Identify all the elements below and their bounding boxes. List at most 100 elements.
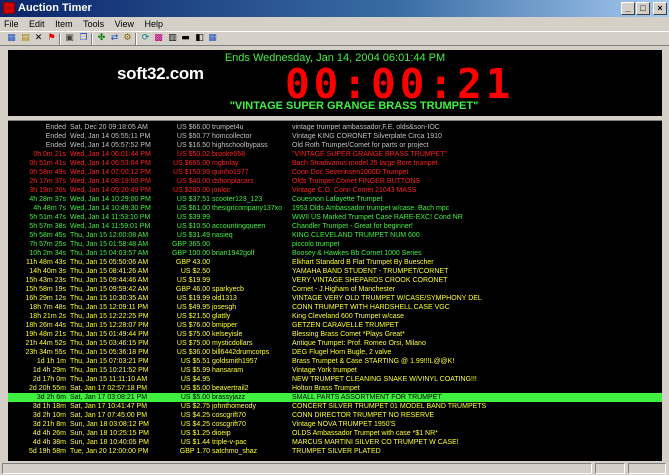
auction-row[interactable]: 10h 2m 34s Thu, Jan 15 04:03:57 AM GBP 100… xyxy=(8,249,662,258)
auction-row[interactable]: Ended Wed, Jan 14 05:57:52 PM US $16.50 hig… xyxy=(8,141,662,150)
auction-row[interactable]: 3d 2h 10m Sat, Jan 17 07:45:00 PM US $4.25… xyxy=(8,411,662,420)
auction-row[interactable]: 3h 19m 26s Wed, Jan 14 09:20:49 PM US $280… xyxy=(8,186,662,195)
price-cell: US $39.99 xyxy=(176,214,210,221)
end-date-cell: Thu, Jan 15 05:36:18 PM xyxy=(70,349,149,356)
open-icon[interactable]: ▤ xyxy=(20,33,31,44)
auction-row[interactable]: 4d 4h 26m Sun, Jan 18 10:25:15 PM US $1.25… xyxy=(8,429,662,438)
menu-bar: File Edit Item Tools View Help xyxy=(0,17,669,31)
time-left-cell: 4h 48m 7s xyxy=(33,205,66,212)
item-title-cell: VINTAGE VERY OLD TRUMPET W/CASE/SYMPHONY… xyxy=(292,295,482,302)
new-icon[interactable]: ▦ xyxy=(6,33,17,44)
item-title-cell: Antique Trumpet: Prof. Romeo Orsi, Milan… xyxy=(292,340,426,347)
flag-icon[interactable]: ⚑ xyxy=(46,33,57,44)
time-left-cell: Ended xyxy=(45,133,66,140)
auction-row[interactable]: 21h 44m 52s Thu, Jan 15 03:46:15 PM US $75… xyxy=(8,339,662,348)
item-title-cell: piccolo trumpet xyxy=(292,241,340,248)
auction-row[interactable]: 18h 26m 44s Thu, Jan 15 12:28:07 PM US $76… xyxy=(8,321,662,330)
item-title-cell: GETZEN CARAVELLE TRUMPET xyxy=(292,322,399,329)
auction-row[interactable]: 2h 17m 37s Wed, Jan 14 08:19:00 PM US $40.… xyxy=(8,177,662,186)
print-icon[interactable]: ▣ xyxy=(64,33,75,44)
auction-row[interactable]: Ended Wed, Jan 14 05:55:11 PM US $50.77 hom… xyxy=(8,132,662,141)
transfer-icon[interactable]: ⇄ xyxy=(109,33,120,44)
auction-row[interactable]: Ended Sat, Dec 20 09:18:05 AM US $66.00 tru… xyxy=(8,123,662,132)
auction-row[interactable]: 4h 48m 7s Wed, Jan 14 10:49:30 PM US $61.0… xyxy=(8,204,662,213)
time-left-cell: 5h 57m 38s xyxy=(29,223,66,230)
auction-row[interactable]: 2d 17h 0m Thu, Jan 15 11:11:10 AM US $4.95… xyxy=(8,375,662,384)
menu-file[interactable]: File xyxy=(0,17,23,31)
auction-row[interactable]: 15h 58m 19s Thu, Jan 15 09:59:42 AM GBP 46… xyxy=(8,285,662,294)
item-title-cell: Olds Trumpet Comet FINGER BUTTONS xyxy=(292,178,421,185)
item-title-cell: CONCERT SILVER TRUMPET 01 MODEL BAND TRU… xyxy=(292,403,487,410)
info-icon[interactable]: ◧ xyxy=(194,33,205,44)
menu-edit[interactable]: Edit xyxy=(25,17,49,31)
auction-row[interactable]: 0h 51m 41s Wed, Jan 14 06:53:04 PM US $665… xyxy=(8,159,662,168)
auction-row[interactable]: 1d 1h 1m Thu, Jan 15 07:03:21 PM US $5.51 g… xyxy=(8,357,662,366)
auction-row[interactable]: 5h 57m 38s Wed, Jan 14 11:59:01 PM US $10.… xyxy=(8,222,662,231)
time-left-cell: 21h 44m 52s xyxy=(25,340,66,347)
auction-row[interactable]: 16h 29m 12s Thu, Jan 15 10:30:35 AM US $19… xyxy=(8,294,662,303)
end-date-cell: Wed, Jan 14 08:19:00 PM xyxy=(70,178,151,185)
grid-icon[interactable]: ▩ xyxy=(153,33,164,44)
item-title-cell: "VINTAGE SUPER GRANGE BRASS TRUMPET" xyxy=(292,151,447,158)
auction-row[interactable]: 5d 19h 58m Tue, Jan 20 12:00:00 PM GBP 1.7… xyxy=(8,447,662,456)
item-title-cell: OLDS Ambassador Trumpet with case *$1 NR… xyxy=(292,430,438,437)
auction-list[interactable]: Ended Sat, Dec 20 09:18:05 AM US $66.00 tru… xyxy=(8,120,662,461)
auction-row[interactable]: 5h 51m 47s Wed, Jan 14 11:53:10 PM US $39.… xyxy=(8,213,662,222)
auction-row[interactable]: 4d 4h 38m Sun, Jan 18 10:40:05 PM US $1.44… xyxy=(8,438,662,447)
toolbar-separator xyxy=(59,33,61,45)
auction-row[interactable]: 3d 2h 6m Sat, Jan 17 03:08:21 PM US $5.00 b… xyxy=(8,393,662,402)
sync-icon[interactable]: ⟳ xyxy=(140,33,151,44)
bidder-cell: brassyjazz xyxy=(212,394,246,401)
price-cell: US $50.02 xyxy=(176,151,210,158)
bidder-cell: accountingqueen xyxy=(212,223,266,230)
bidder-cell: kelseyisle xyxy=(212,331,243,338)
auction-row[interactable]: 14h 40m 3s Thu, Jan 15 08:41:26 AM US $2.5… xyxy=(8,267,662,276)
auction-row[interactable]: 15h 43m 23s Thu, Jan 15 09:44:46 AM US $19… xyxy=(8,276,662,285)
maximize-icon[interactable]: □ xyxy=(636,2,650,15)
auction-row[interactable]: 3d 1h 18m Sat, Jan 17 10:41:47 PM US $2.75… xyxy=(8,402,662,411)
bidder-cell: brooke658 xyxy=(212,151,246,158)
calendar-icon[interactable]: ▦ xyxy=(207,33,218,44)
end-date-cell: Thu, Jan 15 03:46:15 PM xyxy=(70,340,149,347)
price-cell: GBP 1.70 xyxy=(179,448,210,455)
bidder-cell: dioeip xyxy=(212,430,231,437)
auction-row[interactable]: 3d 21h 8m Sun, Jan 18 03:08:12 PM US $4.25… xyxy=(8,420,662,429)
auction-row[interactable]: 4h 28m 37s Wed, Jan 14 10:29:00 PM US $37.… xyxy=(8,195,662,204)
copy-icon[interactable]: ❐ xyxy=(78,33,89,44)
price-cell: US $31.49 xyxy=(176,232,210,239)
menu-tools[interactable]: Tools xyxy=(79,17,108,31)
bidder-cell: josesgh xyxy=(212,304,237,311)
item-title-cell: VERY VINTAGE SHEPARDS CROOK CORONET xyxy=(292,277,448,284)
auction-row[interactable]: 18h 7m 48s Thu, Jan 15 12:09:11 PM US $49.… xyxy=(8,303,662,312)
bidder-cell: scooter123_123 xyxy=(212,196,263,203)
auction-row[interactable]: 19h 48m 21s Thu, Jan 15 01:49:44 PM US $75… xyxy=(8,330,662,339)
auction-row[interactable]: 2d 20h 55m Sat, Jan 17 02:57:18 PM US $5.0… xyxy=(8,384,662,393)
status-pane-3 xyxy=(628,463,666,474)
price-cell: US $5.99 xyxy=(180,367,210,374)
title-bar[interactable]: Auction Timer _ □ × xyxy=(0,0,669,17)
auction-row[interactable]: 5h 58m 45s Thu, Jan 15 12:00:08 AM US $31.… xyxy=(8,231,662,240)
auction-row[interactable]: 7h 57m 25s Thu, Jan 15 01:58:48 AM GBP 365… xyxy=(8,240,662,249)
refresh-icon[interactable]: ✤ xyxy=(96,33,107,44)
end-date-cell: Sat, Jan 17 07:45:00 PM xyxy=(70,412,148,419)
minimize-icon[interactable]: _ xyxy=(621,2,635,15)
delete-icon[interactable]: ✕ xyxy=(33,33,44,44)
end-date-cell: Thu, Jan 15 09:59:42 AM xyxy=(70,286,149,293)
auction-row[interactable]: 23h 34m 55s Thu, Jan 15 05:36:18 PM US $36… xyxy=(8,348,662,357)
auction-row[interactable]: 0h 58m 49s Wed, Jan 14 07:00:12 PM US $150… xyxy=(8,168,662,177)
list-icon[interactable]: ▥ xyxy=(167,33,178,44)
menu-item[interactable]: Item xyxy=(51,17,77,31)
auction-row[interactable]: 11h 48m 43s Thu, Jan 15 05:50:06 AM GBP 43… xyxy=(8,258,662,267)
menu-view[interactable]: View xyxy=(111,17,138,31)
close-icon[interactable]: × xyxy=(653,2,667,15)
end-date-cell: Thu, Jan 15 10:21:52 PM xyxy=(70,367,149,374)
settings-icon[interactable]: ⚙ xyxy=(122,33,133,44)
auction-row[interactable]: 0h 0m 21s Wed, Jan 14 06:01:44 PM US $50.0… xyxy=(8,150,662,159)
block-icon[interactable]: ▬ xyxy=(180,33,191,44)
auction-row[interactable]: 18h 21m 2s Thu, Jan 15 12:22:25 PM US $21.… xyxy=(8,312,662,321)
menu-help[interactable]: Help xyxy=(141,17,168,31)
bidder-cell: quinho1977 xyxy=(212,169,249,176)
auction-row[interactable]: 1d 4h 29m Thu, Jan 15 10:21:52 PM US $5.99… xyxy=(8,366,662,375)
price-cell: US $75.00 xyxy=(176,331,210,338)
price-cell: US $150.99 xyxy=(173,169,210,176)
